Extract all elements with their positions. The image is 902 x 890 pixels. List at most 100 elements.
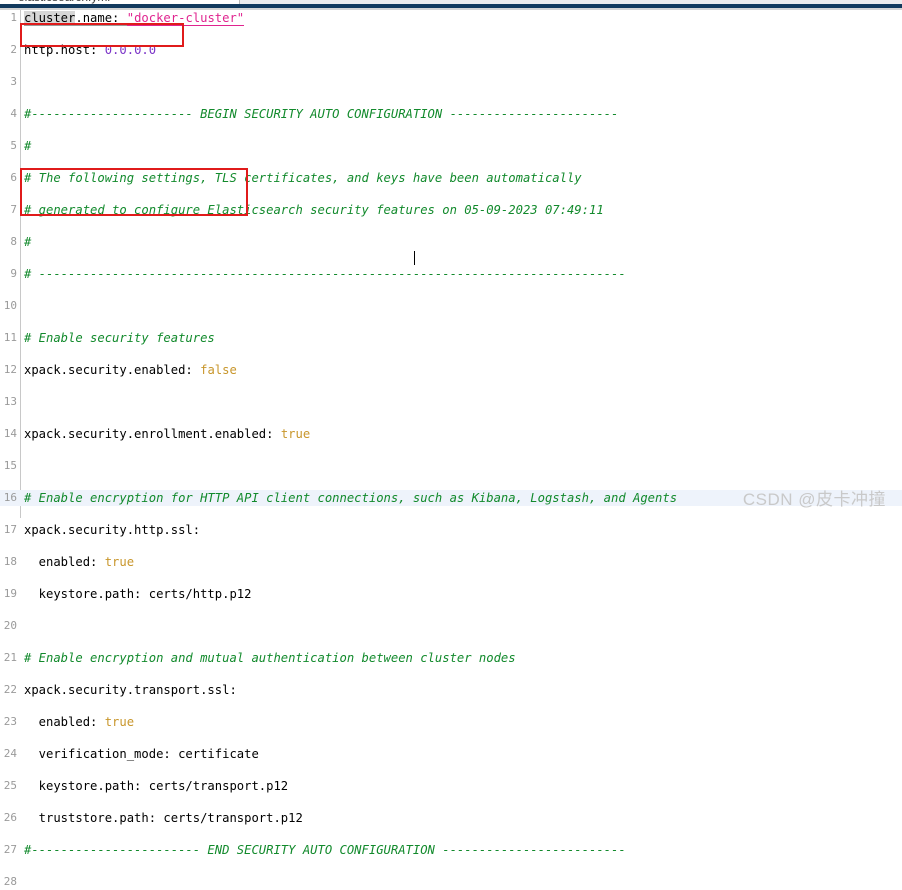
code-line[interactable]: 1 cluster.name: "docker-cluster" (0, 10, 902, 26)
code-line-list[interactable]: 1 cluster.name: "docker-cluster" 2http.hos… (0, 10, 902, 458)
code-line[interactable]: 26 truststore.path: certs/transport.p12 (0, 810, 902, 826)
code-token: # --------------------------------------… (24, 267, 626, 281)
code-line[interactable]: 21 # Enable encryption and mutual authent… (0, 650, 902, 666)
line-number: 3 (0, 74, 17, 90)
code-line[interactable]: 20 (0, 618, 902, 634)
code-token: keystore.path: certs/http.p12 (24, 587, 251, 601)
code-line-text: # Enable security features (24, 330, 215, 346)
code-line[interactable]: 8# (0, 234, 902, 250)
code-token: cluster (24, 11, 75, 26)
code-token: truststore.path: certs/transport.p12 (24, 811, 303, 825)
code-line[interactable]: 24 verification_mode: certificate (0, 746, 902, 762)
code-token: xpack.security.transport.ssl: (24, 683, 237, 697)
code-line[interactable]: 6 # The following settings, TLS certifica… (0, 170, 902, 186)
line-number: 23 (0, 714, 17, 730)
code-line[interactable]: 22xpack.security.transport.ssl: (0, 682, 902, 698)
code-line-text: enabled: true (24, 554, 134, 570)
code-token: # Enable security features (24, 331, 215, 345)
code-line-text: enabled: true (24, 714, 134, 730)
code-token: keystore.path: certs/transport.p12 (24, 779, 288, 793)
code-line-text: #---------------------- BEGIN SECURITY A… (24, 106, 618, 122)
code-line-text: # (24, 138, 31, 154)
line-number: 7 (0, 202, 17, 218)
line-number: 20 (0, 618, 17, 634)
code-line-text: xpack.security.transport.ssl: (24, 682, 237, 698)
line-number: 13 (0, 394, 17, 410)
code-line[interactable]: 13 (0, 394, 902, 410)
code-line-text: xpack.security.http.ssl: (24, 522, 200, 538)
code-line[interactable]: 10 (0, 298, 902, 314)
code-line[interactable]: 25 keystore.path: certs/transport.p12 (0, 778, 902, 794)
code-line-text: # --------------------------------------… (24, 266, 626, 282)
code-token: # (24, 139, 31, 153)
line-number: 12 (0, 362, 17, 378)
code-line[interactable]: 27 #----------------------- END SECURITY … (0, 842, 902, 858)
code-line-text: verification_mode: certificate (24, 746, 259, 762)
code-line[interactable]: 28 (0, 874, 902, 890)
code-line[interactable]: 7 # generated to configure Elasticsearch … (0, 202, 902, 218)
code-line-text: keystore.path: certs/http.p12 (24, 586, 251, 602)
line-number: 5 (0, 138, 17, 154)
code-token: # Enable encryption for HTTP API client … (24, 491, 677, 505)
code-line[interactable]: 18 enabled: true (0, 554, 902, 570)
code-line[interactable]: 12 xpack.security.enabled: false (0, 362, 902, 378)
code-token: enabled: (24, 555, 105, 569)
code-token: # (24, 235, 31, 249)
text-caret (414, 251, 415, 265)
code-token: #---------------------- BEGIN SECURITY A… (24, 107, 618, 121)
code-token: enabled: (24, 715, 105, 729)
code-line[interactable]: 4 #---------------------- BEGIN SECURITY … (0, 106, 902, 122)
code-line-text: truststore.path: certs/transport.p12 (24, 810, 303, 826)
code-token: # Enable encryption and mutual authentic… (24, 651, 516, 665)
code-line[interactable]: 14 xpack.security.enrollment.enabled: tru… (0, 426, 902, 442)
line-number: 1 (0, 10, 17, 26)
line-number: 17 (0, 522, 17, 538)
code-line[interactable]: 23 enabled: true (0, 714, 902, 730)
code-line-text: xpack.security.enrollment.enabled: true (24, 426, 310, 442)
line-number: 26 (0, 810, 17, 826)
code-token: xpack.security.enabled: (24, 363, 200, 377)
line-number: 10 (0, 298, 17, 314)
line-number: 9 (0, 266, 17, 282)
code-token: xpack.security.enrollment.enabled: (24, 427, 281, 441)
code-token: # The following settings, TLS certificat… (24, 171, 582, 185)
code-line-text: # Enable encryption for HTTP API client … (24, 490, 677, 506)
code-token: verification_mode: certificate (24, 747, 259, 761)
code-line[interactable]: 19 keystore.path: certs/http.p12 (0, 586, 902, 602)
code-line-text: cluster.name: "docker-cluster" (24, 10, 244, 26)
code-line[interactable]: 17 xpack.security.http.ssl: (0, 522, 902, 538)
code-token: # generated to configure Elasticsearch s… (24, 203, 604, 217)
line-number: 25 (0, 778, 17, 794)
code-token: true (105, 715, 134, 729)
code-line-text: http.host: 0.0.0.0 (24, 42, 156, 58)
code-line-text: keystore.path: certs/transport.p12 (24, 778, 288, 794)
line-number: 4 (0, 106, 17, 122)
code-line[interactable]: 5# (0, 138, 902, 154)
code-token: #----------------------- END SECURITY AU… (24, 843, 626, 857)
line-number: 27 (0, 842, 17, 858)
line-number: 14 (0, 426, 17, 442)
code-line[interactable]: 2http.host: 0.0.0.0 (0, 42, 902, 58)
code-token: .name: (75, 11, 126, 26)
code-token: http.host: (24, 43, 105, 57)
line-number: 28 (0, 874, 17, 890)
line-number: 11 (0, 330, 17, 346)
code-line-text: # Enable encryption and mutual authentic… (24, 650, 516, 666)
line-number: 16 (0, 490, 17, 506)
code-line[interactable]: 9 # -------------------------------------… (0, 266, 902, 282)
code-token: true (105, 555, 134, 569)
code-line[interactable]: 11 # Enable security features (0, 330, 902, 346)
line-number: 21 (0, 650, 17, 666)
line-number: 15 (0, 458, 17, 474)
line-number: 8 (0, 234, 17, 250)
code-line-text: #----------------------- END SECURITY AU… (24, 842, 626, 858)
code-token: 0.0.0.0 (105, 43, 156, 57)
line-number: 6 (0, 170, 17, 186)
code-editor[interactable]: 1 cluster.name: "docker-cluster" 2http.hos… (0, 10, 902, 518)
code-line-text: xpack.security.enabled: false (24, 362, 237, 378)
code-line[interactable]: 15 (0, 458, 902, 474)
line-number: 19 (0, 586, 17, 602)
code-line[interactable]: 3 (0, 74, 902, 90)
code-token: xpack.security.http.ssl: (24, 523, 200, 537)
code-token: "docker-cluster" (127, 11, 244, 26)
